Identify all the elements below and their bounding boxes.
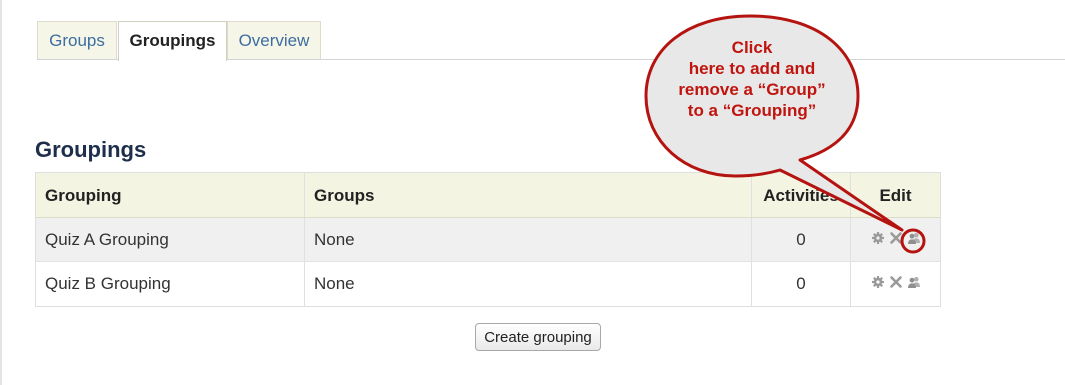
callout-line: to a “Grouping”	[687, 101, 817, 120]
groupings-table: Grouping Groups Activities Edit Quiz A G…	[35, 172, 941, 307]
create-grouping-button[interactable]: Create grouping	[475, 323, 601, 351]
table-row: Quiz A Grouping None 0	[36, 218, 940, 262]
groups-cell: None	[305, 218, 752, 261]
groups-cell: None	[305, 262, 752, 306]
callout-text: Click here to add and remove a “Group” t…	[672, 37, 832, 121]
gear-icon[interactable]	[871, 231, 885, 245]
grouping-name-cell: Quiz A Grouping	[36, 218, 305, 261]
activities-cell: 0	[752, 262, 851, 306]
column-header-activities: Activities	[752, 173, 851, 217]
table-header-row: Grouping Groups Activities Edit	[36, 173, 940, 218]
table-row: Quiz B Grouping None 0	[36, 262, 940, 306]
tab-overview[interactable]: Overview	[227, 21, 321, 59]
tab-groups[interactable]: Groups	[37, 21, 117, 59]
delete-x-icon[interactable]	[889, 275, 903, 289]
page-left-border	[0, 0, 2, 385]
activities-cell: 0	[752, 218, 851, 261]
page-title: Groupings	[35, 137, 147, 162]
edit-cell	[851, 218, 940, 261]
people-icon[interactable]	[907, 275, 921, 289]
people-icon[interactable]	[907, 231, 921, 245]
gear-icon[interactable]	[871, 275, 885, 289]
callout-line: Click	[731, 38, 773, 57]
callout-line: remove a “Group”	[678, 80, 826, 99]
callout-line: here to add and	[688, 59, 816, 78]
tab-groupings[interactable]: Groupings	[118, 21, 227, 61]
edit-cell	[851, 262, 940, 306]
grouping-name-cell: Quiz B Grouping	[36, 262, 305, 306]
column-header-grouping: Grouping	[36, 173, 305, 217]
column-header-edit: Edit	[879, 186, 912, 205]
column-header-groups: Groups	[305, 173, 752, 217]
delete-x-icon[interactable]	[889, 231, 903, 245]
